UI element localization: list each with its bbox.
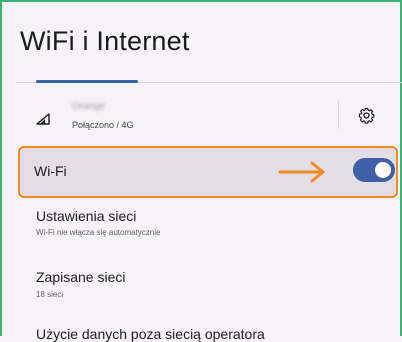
network-settings-subtitle: Wi-Fi nie włącza się automatycznie bbox=[36, 228, 161, 237]
network-settings-title[interactable]: Ustawienia sieci bbox=[36, 208, 136, 224]
wifi-switch[interactable] bbox=[353, 158, 395, 182]
non-carrier-data-usage-title[interactable]: Użycie danych poza siecią operatora bbox=[36, 326, 265, 342]
switch-knob bbox=[375, 162, 391, 178]
tab-indicator bbox=[36, 80, 138, 83]
saved-networks-subtitle: 18 sieci bbox=[36, 290, 64, 299]
gear-icon[interactable] bbox=[358, 107, 375, 124]
wifi-label: Wi-Fi bbox=[34, 163, 67, 179]
arrow-right-icon bbox=[278, 161, 325, 183]
carrier-row[interactable] bbox=[0, 96, 402, 140]
wifi-toggle-row[interactable]: Wi-Fi bbox=[18, 146, 398, 198]
vertical-divider bbox=[338, 101, 339, 129]
saved-networks-title[interactable]: Zapisane sieci bbox=[36, 269, 126, 285]
cellular-signal-icon bbox=[36, 113, 50, 125]
carrier-name: Orange bbox=[72, 101, 106, 112]
page-title: WiFi i Internet bbox=[20, 26, 190, 56]
carrier-status: Połączono / 4G bbox=[72, 120, 134, 130]
